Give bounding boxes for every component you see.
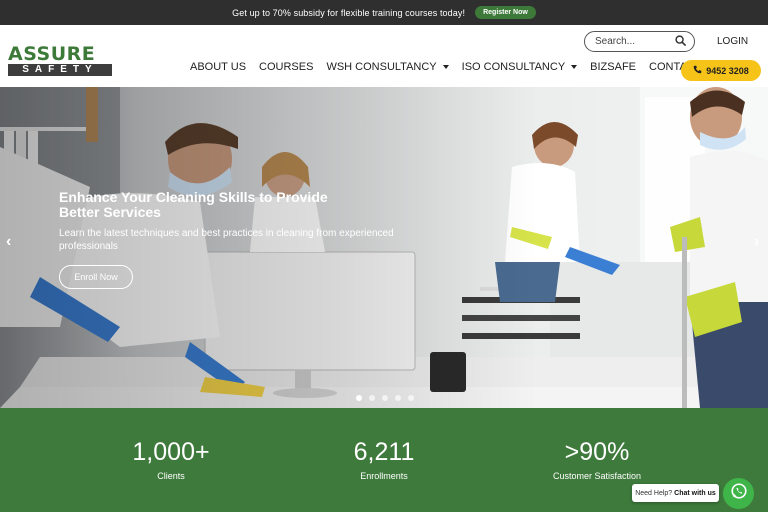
nav-courses-label: COURSES: [259, 61, 314, 73]
enroll-now-button[interactable]: Enroll Now: [59, 265, 133, 289]
chevron-down-icon: [571, 65, 578, 69]
stat-clients: 1,000+ Clients: [91, 438, 251, 481]
nav-bizsafe[interactable]: BIZSAFE: [590, 61, 636, 73]
nav-wsh-consultancy[interactable]: WSH CONSULTANCY: [326, 61, 449, 73]
help-prefix: Need Help?: [635, 489, 673, 497]
hero-title: Enhance Your Cleaning Skills to Provide …: [59, 189, 328, 220]
stat-label: Clients: [157, 471, 185, 481]
stat-value: 6,211: [353, 438, 415, 466]
search-icon[interactable]: [675, 33, 686, 51]
slider-pagination: [356, 395, 414, 401]
phone-icon: [693, 65, 702, 76]
nav-iso-consultancy-label: ISO CONSULTANCY: [461, 61, 566, 73]
slider-dot[interactable]: [369, 395, 375, 401]
slider-dot[interactable]: [356, 395, 362, 401]
assure-safety-logo[interactable]: ASSURE SAFETY: [8, 45, 112, 77]
logo-text-bottom: SAFETY: [8, 64, 112, 76]
stat-value: 1,000+: [132, 438, 210, 466]
slider-next-arrow-icon[interactable]: ›: [754, 233, 759, 251]
hero-slider: Enhance Your Cleaning Skills to Provide …: [0, 87, 768, 408]
login-link[interactable]: LOGIN: [717, 36, 748, 47]
slider-dot[interactable]: [395, 395, 401, 401]
phone-button[interactable]: 9452 3208: [681, 60, 761, 81]
search-box[interactable]: [584, 31, 695, 52]
stat-satisfaction: >90% Customer Satisfaction: [517, 438, 677, 481]
nav-bizsafe-label: BIZSAFE: [590, 61, 636, 73]
site-header: ASSURE SAFETY LOGIN ABOUT US COURSES WSH…: [0, 25, 768, 87]
announcement-text: Get up to 70% subsidy for flexible train…: [232, 7, 466, 18]
slider-prev-arrow-icon[interactable]: ‹: [6, 233, 11, 251]
whatsapp-chat-button[interactable]: [723, 478, 754, 509]
chat-help-tooltip[interactable]: Need Help? Chat with us: [632, 484, 719, 502]
search-input[interactable]: [595, 36, 665, 47]
stat-label: Customer Satisfaction: [552, 471, 642, 481]
chevron-down-icon: [442, 65, 449, 69]
stat-enrollments: 6,211 Enrollments: [304, 438, 464, 481]
hero-subtitle: Learn the latest techniques and best pra…: [59, 228, 394, 252]
phone-number: 9452 3208: [706, 65, 749, 76]
announcement-bar: Get up to 70% subsidy for flexible train…: [0, 0, 768, 25]
nav-iso-consultancy[interactable]: ISO CONSULTANCY: [462, 61, 578, 73]
help-strong: Chat with us: [674, 489, 716, 497]
slider-dot[interactable]: [382, 395, 388, 401]
main-nav: ABOUT US COURSES WSH CONSULTANCY ISO CON…: [190, 61, 733, 73]
register-now-button[interactable]: Register Now: [475, 6, 536, 19]
stat-value: >90%: [564, 438, 630, 466]
logo-text-top: ASSURE: [8, 43, 96, 65]
nav-about-us-label: ABOUT US: [190, 61, 247, 73]
nav-about-us[interactable]: ABOUT US: [190, 61, 246, 73]
nav-courses[interactable]: COURSES: [259, 61, 313, 73]
stat-label: Enrollments: [360, 471, 408, 481]
nav-wsh-consultancy-label: WSH CONSULTANCY: [326, 61, 437, 73]
whatsapp-icon: [730, 482, 748, 505]
slider-dot[interactable]: [408, 395, 414, 401]
